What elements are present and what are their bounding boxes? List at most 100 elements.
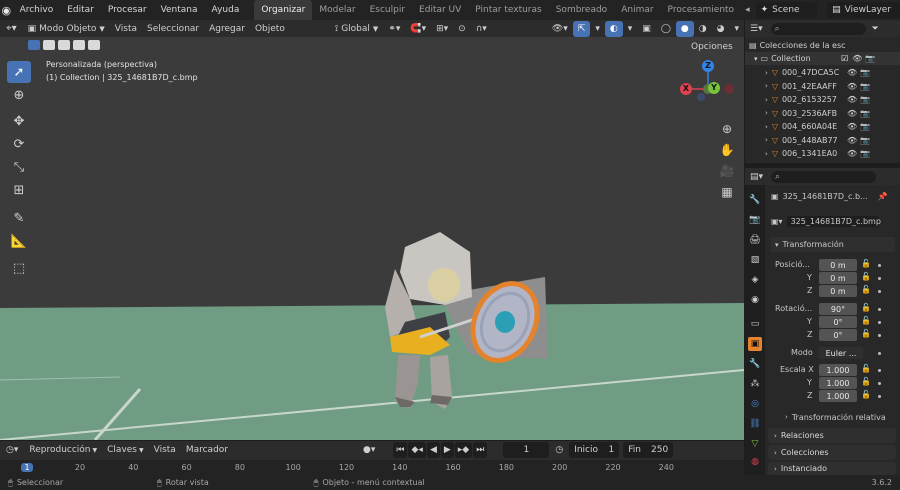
cursor-tool[interactable]: ⊕ xyxy=(7,84,31,106)
falloff-icon[interactable]: ∩▾ xyxy=(471,21,492,37)
shading-material-icon[interactable]: ◑ xyxy=(694,21,712,37)
keyframe-dot-icon[interactable] xyxy=(878,264,881,267)
delta-transform-header[interactable]: › Transformación relativa xyxy=(775,410,895,424)
outliner-item[interactable]: › ▽ 001_42EAAFF 👁 📷 xyxy=(745,80,900,93)
play-reverse-icon[interactable]: ◀ xyxy=(426,442,440,458)
outliner-item[interactable]: › ▽ 000_47DCA5C 👁 📷 xyxy=(745,66,900,79)
tab-procesamiento[interactable]: Procesamiento xyxy=(661,0,742,20)
outliner-search-input[interactable]: ⌕ xyxy=(770,22,866,35)
outliner-item[interactable]: › ▽ 005_448AB77 👁 📷 xyxy=(745,134,900,147)
scene-tab-icon[interactable]: ◈ xyxy=(748,273,762,287)
menu-ayuda[interactable]: Ayuda xyxy=(205,5,247,15)
keyframe-dot-icon[interactable] xyxy=(878,290,881,293)
visibility-icon[interactable]: 👁▾ xyxy=(547,21,573,37)
physics-tab-icon[interactable]: ◎ xyxy=(748,397,762,411)
play-icon[interactable]: ▶ xyxy=(440,442,454,458)
shading-solid-icon[interactable]: ● xyxy=(675,20,694,37)
checkbox-icon[interactable]: ☑ xyxy=(841,54,848,63)
material-tab-icon[interactable]: ◍ xyxy=(748,455,762,469)
constraints-tab-icon[interactable]: ⛓ xyxy=(748,417,762,431)
scale-z-field[interactable]: 1.000 xyxy=(819,390,857,402)
keyframe-dot-icon[interactable] xyxy=(878,334,881,337)
measure-tool[interactable]: 📐 xyxy=(7,230,31,252)
rotation-y-field[interactable]: 0° xyxy=(819,316,857,328)
frame-end-field[interactable]: Fin 250 xyxy=(623,442,674,458)
menu-vista[interactable]: Vista xyxy=(110,21,142,37)
render-icon[interactable]: 📷 xyxy=(860,122,870,131)
move-tool[interactable]: ✥ xyxy=(7,110,31,132)
gizmo-x-icon[interactable]: X xyxy=(680,83,692,95)
properties-search-input[interactable]: ⌕ xyxy=(771,170,877,183)
snap-icon[interactable]: 🧲▾ xyxy=(405,21,431,37)
tool-tab-icon[interactable]: 🔧 xyxy=(748,193,762,207)
keyframe-dot-icon[interactable] xyxy=(878,321,881,324)
properties-editor-icon[interactable]: ▤▾ xyxy=(750,172,763,182)
rotation-z-field[interactable]: 0° xyxy=(819,329,857,341)
timeline-menu-marcador[interactable]: Marcador xyxy=(181,442,233,458)
eye-icon[interactable]: 👁 xyxy=(847,136,857,145)
menu-objeto[interactable]: Objeto xyxy=(250,21,290,37)
gizmo-toggle-icon[interactable]: ⇱ xyxy=(572,20,591,37)
clock-icon[interactable]: ◷ xyxy=(555,445,563,455)
lock-icon[interactable]: 🔓 xyxy=(861,285,871,294)
tab-organizar[interactable]: Organizar xyxy=(254,0,313,20)
shading-rendered-icon[interactable]: ◕ xyxy=(712,21,730,37)
data-tab-icon[interactable]: ▽ xyxy=(748,437,762,451)
render-icon[interactable]: 📷 xyxy=(860,109,870,118)
expand-icon[interactable]: › xyxy=(765,96,768,104)
expand-icon[interactable]: › xyxy=(765,82,768,90)
timeline-menu-vista[interactable]: Vista xyxy=(149,442,181,458)
jump-start-icon[interactable]: ⏮ xyxy=(393,442,408,458)
blender-logo-icon[interactable]: ◉ xyxy=(0,4,13,17)
scale-y-field[interactable]: 1.000 xyxy=(819,377,857,389)
pan-icon[interactable]: ✋ xyxy=(716,140,738,160)
tab-animar[interactable]: Animar xyxy=(614,0,660,20)
menu-agregar[interactable]: Agregar xyxy=(204,21,250,37)
render-icon[interactable]: 📷 xyxy=(860,68,870,77)
view-layer-tab-icon[interactable]: ▧ xyxy=(748,253,762,267)
expand-icon[interactable]: › xyxy=(765,136,768,144)
scale-x-field[interactable]: 1.000 xyxy=(819,364,857,376)
proportional-edit-icon[interactable]: ⊙ xyxy=(453,21,471,37)
pin-icon[interactable]: 📌 xyxy=(878,192,888,201)
add-cube-tool[interactable]: ⬚ xyxy=(7,257,31,279)
transform-tool[interactable]: ⊞ xyxy=(7,179,31,201)
eye-icon[interactable]: 👁 xyxy=(847,68,857,77)
zoom-icon[interactable]: ⊕ xyxy=(716,119,738,139)
timeline-editor-icon[interactable]: ◷▾ xyxy=(6,445,18,455)
eye-icon[interactable]: 👁 xyxy=(847,95,857,104)
tab-modelar[interactable]: Modelar xyxy=(312,0,362,20)
render-tab-icon[interactable]: 📷 xyxy=(748,213,762,227)
eye-icon[interactable]: 👁 xyxy=(847,149,857,158)
render-icon[interactable]: 📷 xyxy=(860,95,870,104)
lock-icon[interactable]: 🔓 xyxy=(861,303,871,312)
instancing-panel[interactable]: › Instanciado xyxy=(768,462,896,475)
location-y-field[interactable]: 0 m xyxy=(819,272,857,284)
xray-icon[interactable]: ▣ xyxy=(637,21,656,37)
select-new-icon[interactable] xyxy=(28,40,40,50)
keyframe-dot-icon[interactable] xyxy=(878,382,881,385)
timeline-menu-claves[interactable]: Claves ▼ xyxy=(102,442,148,458)
tab-esculpir[interactable]: Esculpir xyxy=(363,0,412,20)
rotation-x-field[interactable]: 90° xyxy=(819,303,857,315)
rotation-mode-dropdown[interactable]: Euler ... xyxy=(819,347,863,359)
select-invert-icon[interactable] xyxy=(73,40,85,50)
shading-dropdown-icon[interactable]: ▾ xyxy=(729,21,744,37)
snap-target-icon[interactable]: ⊞▾ xyxy=(431,21,453,37)
camera-icon[interactable]: 🎥 xyxy=(716,161,738,181)
annotate-tool[interactable]: ✎ xyxy=(7,207,31,229)
options-button[interactable]: Opciones xyxy=(686,39,738,55)
mode-dropdown[interactable]: ▣ Modo Objeto ▼ xyxy=(23,21,110,37)
outliner-collection[interactable]: ▾ ▭ Collection ☑ 👁 📷 xyxy=(745,52,900,65)
pivot-icon[interactable]: ⚭▾ xyxy=(383,21,405,37)
shading-wireframe-icon[interactable]: ◯ xyxy=(656,21,676,37)
next-keyframe-icon[interactable]: ▸◆ xyxy=(454,442,473,458)
object-type-icon[interactable]: ▣▾ xyxy=(771,217,783,226)
output-tab-icon[interactable]: 🖨 xyxy=(748,233,762,247)
keyframe-dot-icon[interactable] xyxy=(878,395,881,398)
expand-icon[interactable]: › xyxy=(765,123,768,131)
editor-type-icon[interactable]: ⌖▾ xyxy=(6,23,17,34)
current-frame-field[interactable]: 1 xyxy=(503,442,550,458)
tab-editar-uv[interactable]: Editar UV xyxy=(412,0,468,20)
select-subtract-icon[interactable] xyxy=(58,40,70,50)
